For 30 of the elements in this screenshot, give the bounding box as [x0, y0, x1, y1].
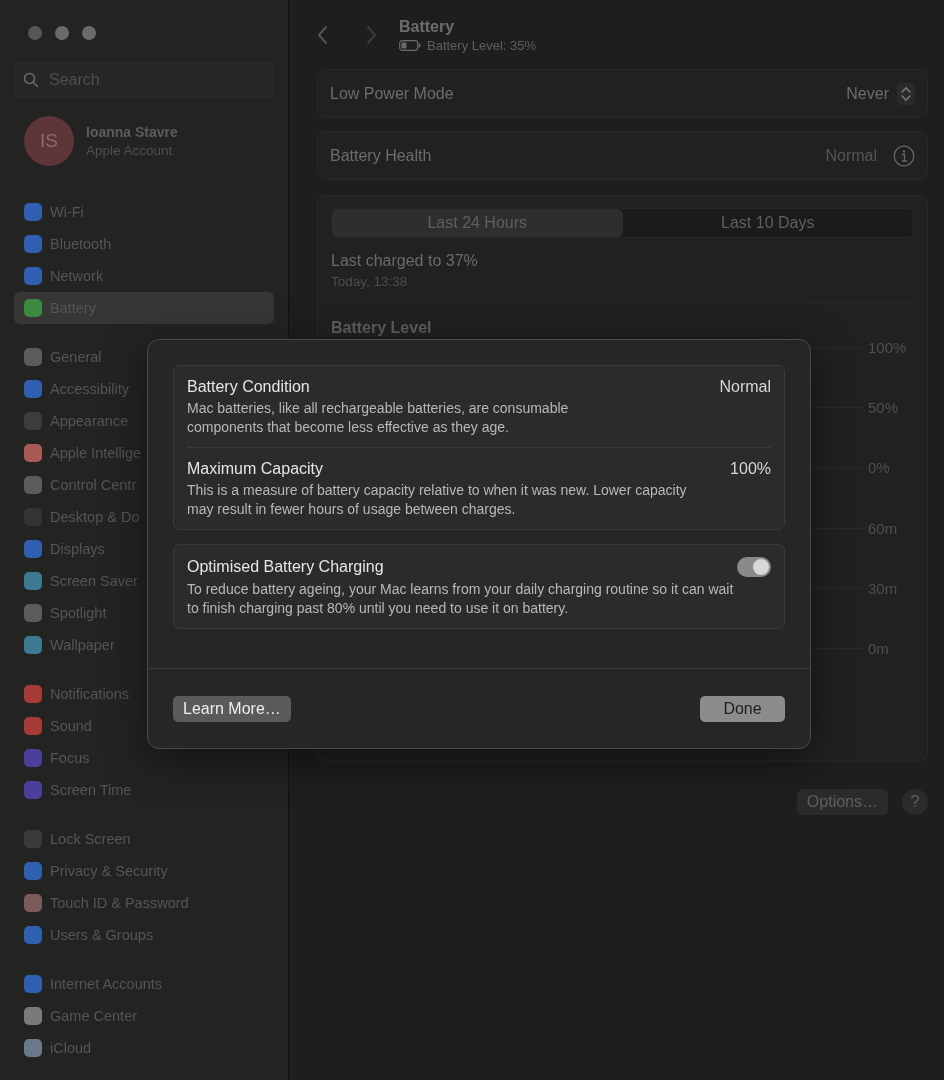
done-button[interactable]: Done: [700, 695, 785, 722]
setting-label: Battery Health: [330, 146, 432, 165]
item-description: This is a measure of battery capacity relative to when it was new. Lower capacity may result in fewer hours of usage between charges.: [187, 481, 688, 519]
toggle-switch[interactable]: [737, 557, 771, 577]
help-button[interactable]: ?: [902, 789, 928, 815]
last-charged-text: Last charged to 37%: [331, 252, 479, 270]
item-title: Battery Condition: [187, 378, 310, 396]
item-description: To reduce battery ageing, your Mac learns from your daily charging routine so it can wait to finish charging past 80% until you need to use it on battery.: [187, 580, 735, 618]
updown-icon: [897, 82, 915, 105]
forward-icon[interactable]: [365, 25, 377, 45]
item-title: Maximum Capacity: [187, 460, 324, 478]
item-value: 100%: [730, 460, 771, 478]
battery-icon: [399, 39, 421, 51]
range-tab[interactable]: Last 10 Days: [622, 209, 913, 237]
page-title: Battery: [399, 17, 456, 36]
popup-button[interactable]: Never: [846, 82, 915, 105]
item-description: Mac batteries, like all rechargeable batteries, are consumable components that become less effective as they age.: [187, 399, 570, 437]
minimize-button[interactable]: [55, 26, 69, 40]
battery-level-text: Battery Level: 35%: [427, 37, 537, 53]
zoom-button[interactable]: [82, 26, 96, 40]
setting-label: Low Power Mode: [330, 84, 454, 103]
learn-more-button[interactable]: Learn More…: [173, 695, 291, 722]
item-title: Optimised Battery Charging: [187, 558, 384, 576]
item-value: Normal: [719, 378, 771, 396]
section-title: Battery Level: [331, 319, 433, 337]
info-icon[interactable]: [893, 144, 915, 167]
back-icon[interactable]: [317, 25, 329, 45]
close-button[interactable]: [28, 26, 42, 40]
search-icon: [23, 72, 39, 88]
account-name[interactable]: Ioanna Stavre: [86, 124, 178, 140]
